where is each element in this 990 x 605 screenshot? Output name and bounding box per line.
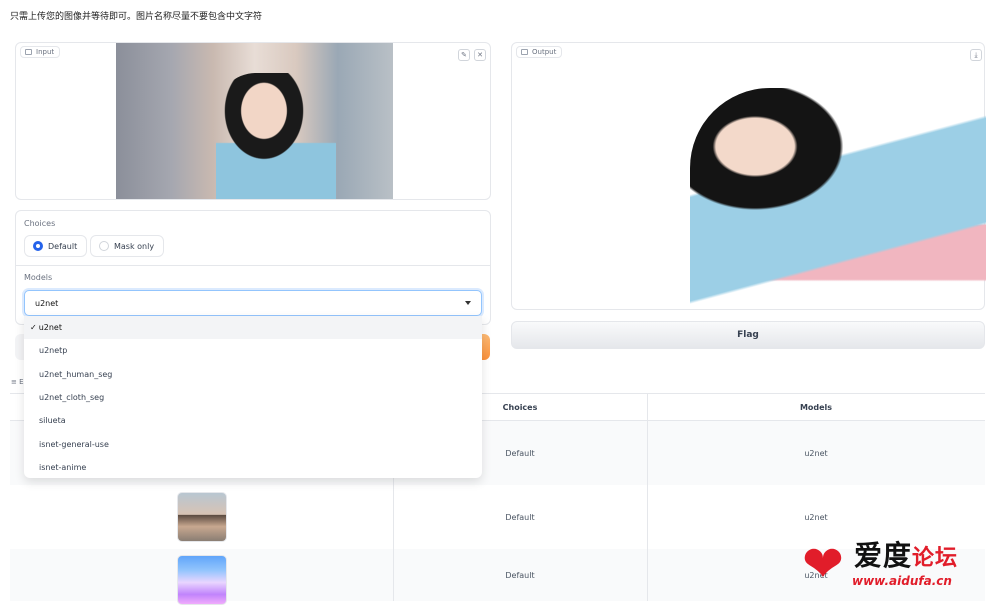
input-label-tag: Input — [20, 46, 61, 58]
flag-button[interactable]: Flag — [511, 321, 985, 349]
radio-dot-icon — [33, 241, 43, 251]
output-panel: Output ⤓ — [511, 42, 986, 313]
output-image — [690, 88, 986, 313]
check-icon: ✓ — [30, 323, 37, 333]
examples-label: ≡ E — [11, 378, 24, 386]
image-icon — [521, 49, 528, 55]
dropdown-option-label: u2net — [38, 323, 62, 333]
dropdown-option-u2net-cloth-seg[interactable]: u2net_cloth_seg — [24, 386, 482, 409]
watermark-main: 爱度 — [854, 539, 913, 572]
watermark-logo: ❤ 爱度论坛 www.aidufa.cn — [802, 534, 982, 596]
output-label: Output — [532, 48, 557, 56]
example-choice: Default — [505, 512, 535, 522]
watermark-url: www.aidufa.cn — [852, 574, 952, 588]
input-panel[interactable]: Input ✎ ✕ — [15, 42, 491, 200]
input-label: Input — [36, 48, 55, 56]
dropdown-option-u2net[interactable]: ✓ u2net — [24, 316, 482, 340]
dropdown-option-silueta[interactable]: silueta — [24, 409, 482, 432]
radio-mask-only[interactable]: Mask only — [90, 235, 165, 257]
input-image — [116, 43, 393, 199]
radio-default[interactable]: Default — [24, 235, 88, 257]
example-thumbnail — [176, 555, 227, 605]
divider — [15, 265, 491, 266]
caret-down-icon — [465, 301, 471, 305]
radio-mask-only-label: Mask only — [114, 241, 155, 251]
example-choice: Default — [505, 570, 535, 580]
radio-default-label: Default — [48, 241, 78, 251]
models-select-value: u2net — [35, 298, 59, 308]
watermark-red: 论坛 — [912, 545, 959, 571]
column-divider — [647, 394, 648, 601]
input-image-subject — [216, 73, 336, 199]
example-thumb-cell — [10, 485, 393, 549]
heart-icon: ❤ — [802, 535, 844, 593]
dropdown-option-u2net-human-seg[interactable]: u2net_human_seg — [24, 363, 482, 386]
models-label: Models — [24, 273, 53, 282]
example-thumb-cell — [10, 549, 393, 605]
radio-dot-icon — [99, 241, 109, 251]
download-icon[interactable]: ⤓ — [970, 49, 982, 61]
output-label-tag: Output — [516, 46, 563, 58]
dropdown-option-isnet-anime[interactable]: isnet-anime — [24, 456, 482, 479]
header-models: Models — [647, 394, 985, 421]
example-thumbnail — [176, 492, 227, 542]
image-icon — [25, 49, 32, 55]
instruction-text: 只需上传您的图像并等待即可。图片名称尽量不要包含中文字符 — [10, 12, 263, 22]
choices-label: Choices — [24, 219, 56, 228]
dropdown-option-u2netp[interactable]: u2netp — [24, 339, 482, 362]
edit-icon[interactable]: ✎ — [458, 49, 470, 61]
watermark-text: 爱度论坛 — [854, 534, 958, 574]
models-select[interactable]: u2net — [24, 290, 482, 316]
dropdown-option-isnet-general-use[interactable]: isnet-general-use — [24, 432, 482, 455]
example-model: u2net — [804, 448, 828, 458]
close-icon[interactable]: ✕ — [474, 49, 486, 61]
models-dropdown: ✓ u2net u2netp u2net_human_seg u2net_clo… — [24, 316, 482, 478]
